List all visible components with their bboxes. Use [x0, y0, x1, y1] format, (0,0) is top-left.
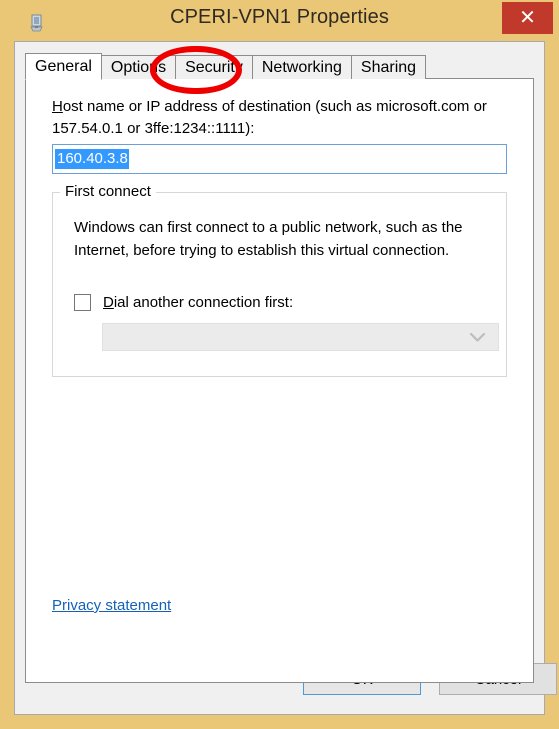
title-bar[interactable]: CPERI-VPN1 Properties ✕ — [0, 0, 559, 46]
window-title: CPERI-VPN1 Properties — [170, 6, 389, 28]
tab-sharing-label: Sharing — [360, 58, 417, 76]
tab-security[interactable]: Security — [175, 55, 253, 79]
close-button[interactable]: ✕ — [502, 2, 553, 34]
host-name-label: Host name or IP address of destination (… — [52, 96, 522, 140]
host-name-input[interactable]: 160.40.3.8 — [52, 144, 507, 174]
dial-connection-combobox[interactable] — [102, 323, 499, 351]
chevron-down-icon — [469, 331, 486, 344]
first-connect-description: Windows can first connect to a public ne… — [74, 219, 463, 259]
dial-label-accel: D — [103, 294, 114, 311]
tab-general[interactable]: General — [25, 53, 102, 80]
dial-label-text: ial another connection first: — [113, 294, 294, 311]
tab-sharing[interactable]: Sharing — [350, 55, 427, 79]
tab-general-label: General — [35, 57, 92, 75]
privacy-statement-link[interactable]: Privacy statement — [52, 597, 171, 614]
tab-options-label: Options — [110, 58, 167, 76]
dial-another-connection-label[interactable]: Dial another connection first: — [103, 294, 293, 311]
tab-panel-general: Host name or IP address of destination (… — [25, 78, 534, 683]
properties-dialog-window: CPERI-VPN1 Properties ✕ General Options … — [0, 0, 559, 729]
tab-networking-label: Networking — [261, 58, 342, 76]
tab-options[interactable]: Options — [100, 55, 177, 79]
tab-strip: General Options Security Networking Shar… — [25, 53, 427, 80]
host-name-label-accel: H — [52, 98, 63, 115]
tab-networking[interactable]: Networking — [251, 55, 352, 79]
tab-security-label: Security — [185, 58, 243, 76]
dial-another-connection-row: Dial another connection first: — [74, 294, 293, 311]
first-connect-legend: First connect — [60, 183, 156, 200]
dialog-body: General Options Security Networking Shar… — [14, 41, 557, 715]
close-icon: ✕ — [519, 7, 536, 29]
host-name-label-text: ost name or IP address of destination (s… — [52, 98, 487, 137]
host-name-input-value: 160.40.3.8 — [55, 149, 129, 169]
dial-another-connection-checkbox[interactable] — [74, 294, 91, 311]
